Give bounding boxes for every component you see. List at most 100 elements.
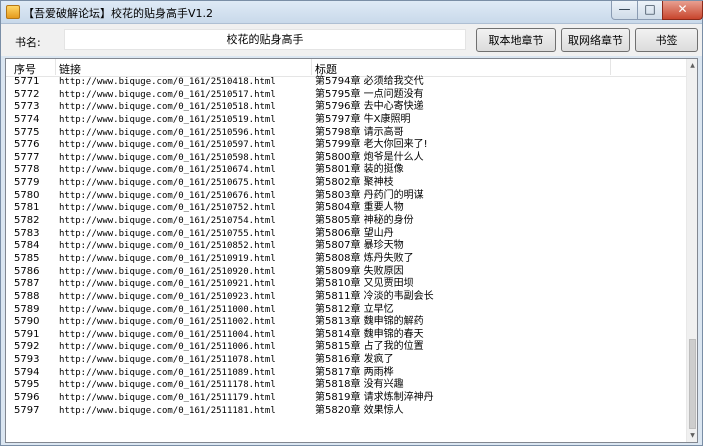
row-link: http://www.biquge.com/0_161/2510596.html: [59, 127, 276, 138]
row-index: 5787: [14, 278, 40, 290]
row-index: 5796: [14, 392, 40, 404]
row-index: 5786: [14, 265, 40, 277]
list-item[interactable]: 5788 http://www.biquge.com/0_161/2510923.…: [6, 291, 686, 304]
scroll-down-arrow-icon[interactable]: ▼: [688, 430, 697, 441]
get-network-chapters-button[interactable]: 取网络章节: [561, 28, 630, 52]
list-item[interactable]: 5793 http://www.biquge.com/0_161/2511078.…: [6, 354, 686, 367]
list-item[interactable]: 5782 http://www.biquge.com/0_161/2510754.…: [6, 215, 686, 228]
row-link: http://www.biquge.com/0_161/2510598.html: [59, 152, 276, 163]
column-divider[interactable]: [610, 59, 611, 75]
row-title: 第5794章 必须给我交代: [315, 76, 424, 87]
row-link: http://www.biquge.com/0_161/2510676.html: [59, 190, 276, 201]
row-title: 第5814章 魏申锦的春天: [315, 328, 424, 340]
row-index: 5784: [14, 240, 40, 252]
row-link: http://www.biquge.com/0_161/2510518.html: [59, 102, 276, 113]
list-item[interactable]: 5789 http://www.biquge.com/0_161/2511000.…: [6, 304, 686, 317]
list-item[interactable]: 5790 http://www.biquge.com/0_161/2511002.…: [6, 316, 686, 329]
row-title: 第5818章 没有兴趣: [315, 379, 404, 391]
row-link: http://www.biquge.com/0_161/2510674.html: [59, 165, 276, 176]
row-title: 第5817章 两雨桦: [315, 366, 394, 378]
row-index: 5774: [14, 113, 40, 125]
list-item[interactable]: 5776 http://www.biquge.com/0_161/2510597.…: [6, 139, 686, 152]
row-title: 第5815章 占了我的位置: [315, 341, 424, 353]
row-title: 第5795章 一点问题没有: [315, 88, 424, 100]
row-index: 5782: [14, 215, 40, 227]
list-item[interactable]: 5787 http://www.biquge.com/0_161/2510921.…: [6, 278, 686, 291]
list-item[interactable]: 5783 http://www.biquge.com/0_161/2510755.…: [6, 228, 686, 241]
list-rows: 5771 http://www.biquge.com/0_161/2510418.…: [6, 76, 686, 417]
list-item[interactable]: 5780 http://www.biquge.com/0_161/2510676.…: [6, 190, 686, 203]
row-title: 第5816章 发疯了: [315, 354, 394, 366]
list-item[interactable]: 5786 http://www.biquge.com/0_161/2510920.…: [6, 266, 686, 279]
row-link: http://www.biquge.com/0_161/2511179.html: [59, 393, 276, 404]
column-header-index[interactable]: 序号: [14, 61, 36, 77]
list-item[interactable]: 5774 http://www.biquge.com/0_161/2510519.…: [6, 114, 686, 127]
list-item[interactable]: 5779 http://www.biquge.com/0_161/2510675.…: [6, 177, 686, 190]
row-link: http://www.biquge.com/0_161/2510920.html: [59, 266, 276, 277]
get-local-chapters-button[interactable]: 取本地章节: [476, 28, 556, 52]
bookmark-button[interactable]: 书签: [635, 28, 698, 52]
list-item[interactable]: 5784 http://www.biquge.com/0_161/2510852.…: [6, 240, 686, 253]
row-title: 第5797章 牛X康照明: [315, 113, 411, 125]
list-item[interactable]: 5773 http://www.biquge.com/0_161/2510518.…: [6, 101, 686, 114]
row-index: 5772: [14, 88, 40, 100]
book-name-label: 书名:: [15, 36, 41, 49]
row-link: http://www.biquge.com/0_161/2511181.html: [59, 405, 276, 416]
row-link: http://www.biquge.com/0_161/2511006.html: [59, 342, 276, 353]
row-link: http://www.biquge.com/0_161/2511000.html: [59, 304, 276, 315]
row-index: 5794: [14, 366, 40, 378]
row-link: http://www.biquge.com/0_161/2510597.html: [59, 140, 276, 151]
list-item[interactable]: 5777 http://www.biquge.com/0_161/2510598.…: [6, 152, 686, 165]
close-button[interactable]: ✕: [662, 1, 703, 20]
list-item[interactable]: 5791 http://www.biquge.com/0_161/2511004.…: [6, 329, 686, 342]
list-item[interactable]: 5772 http://www.biquge.com/0_161/2510517.…: [6, 89, 686, 102]
maximize-button[interactable]: □: [637, 1, 663, 20]
row-link: http://www.biquge.com/0_161/2510675.html: [59, 178, 276, 189]
row-link: http://www.biquge.com/0_161/2510752.html: [59, 203, 276, 214]
list-item[interactable]: 5771 http://www.biquge.com/0_161/2510418.…: [6, 76, 686, 89]
app-icon: [6, 5, 20, 19]
scroll-up-arrow-icon[interactable]: ▲: [688, 60, 697, 71]
row-link: http://www.biquge.com/0_161/2510921.html: [59, 279, 276, 290]
row-link: http://www.biquge.com/0_161/2511004.html: [59, 329, 276, 340]
list-item[interactable]: 5797 http://www.biquge.com/0_161/2511181.…: [6, 405, 686, 418]
row-index: 5778: [14, 164, 40, 176]
row-title: 第5820章 效果惊人: [315, 404, 404, 416]
book-name-field[interactable]: 校花的贴身高手: [64, 29, 466, 50]
row-link: http://www.biquge.com/0_161/2510919.html: [59, 253, 276, 264]
row-index: 5789: [14, 303, 40, 315]
toolbar: 书名: 校花的贴身高手 取本地章节 取网络章节 书签: [1, 24, 702, 56]
row-title: 第5806章 望山丹: [315, 227, 394, 239]
row-index: 5780: [14, 189, 40, 201]
row-index: 5779: [14, 177, 40, 189]
row-title: 第5803章 丹药门的明谋: [315, 189, 424, 201]
row-title: 第5812章 立早忆: [315, 303, 394, 315]
row-title: 第5819章 请求炼制淬神丹: [315, 392, 434, 404]
column-divider[interactable]: [311, 59, 312, 75]
list-item[interactable]: 5794 http://www.biquge.com/0_161/2511089.…: [6, 367, 686, 380]
row-index: 5777: [14, 151, 40, 163]
row-index: 5785: [14, 252, 40, 264]
list-item[interactable]: 5775 http://www.biquge.com/0_161/2510596.…: [6, 127, 686, 140]
vertical-scrollbar[interactable]: ▲ ▼: [686, 59, 697, 442]
column-header-link[interactable]: 链接: [59, 61, 81, 77]
column-divider[interactable]: [55, 59, 56, 75]
row-link: http://www.biquge.com/0_161/2510519.html: [59, 114, 276, 125]
row-index: 5790: [14, 316, 40, 328]
list-item[interactable]: 5795 http://www.biquge.com/0_161/2511178.…: [6, 379, 686, 392]
scrollbar-thumb[interactable]: [689, 339, 696, 429]
list-item[interactable]: 5796 http://www.biquge.com/0_161/2511179.…: [6, 392, 686, 405]
row-title: 第5805章 神秘的身份: [315, 215, 414, 227]
list-item[interactable]: 5792 http://www.biquge.com/0_161/2511006.…: [6, 341, 686, 354]
chapter-list[interactable]: 序号 链接 标题 5771 http://www.biquge.com/0_161…: [5, 58, 698, 443]
list-item[interactable]: 5785 http://www.biquge.com/0_161/2510919.…: [6, 253, 686, 266]
minimize-button[interactable]: —: [611, 1, 638, 20]
row-link: http://www.biquge.com/0_161/2510754.html: [59, 216, 276, 227]
title-bar[interactable]: 【吾爱破解论坛】校花的贴身高手V1.2 — □ ✕: [1, 1, 703, 24]
row-index: 5793: [14, 354, 40, 366]
column-header-title[interactable]: 标题: [315, 61, 337, 77]
list-item[interactable]: 5781 http://www.biquge.com/0_161/2510752.…: [6, 202, 686, 215]
row-index: 5797: [14, 404, 40, 416]
list-item[interactable]: 5778 http://www.biquge.com/0_161/2510674.…: [6, 164, 686, 177]
row-index: 5795: [14, 379, 40, 391]
